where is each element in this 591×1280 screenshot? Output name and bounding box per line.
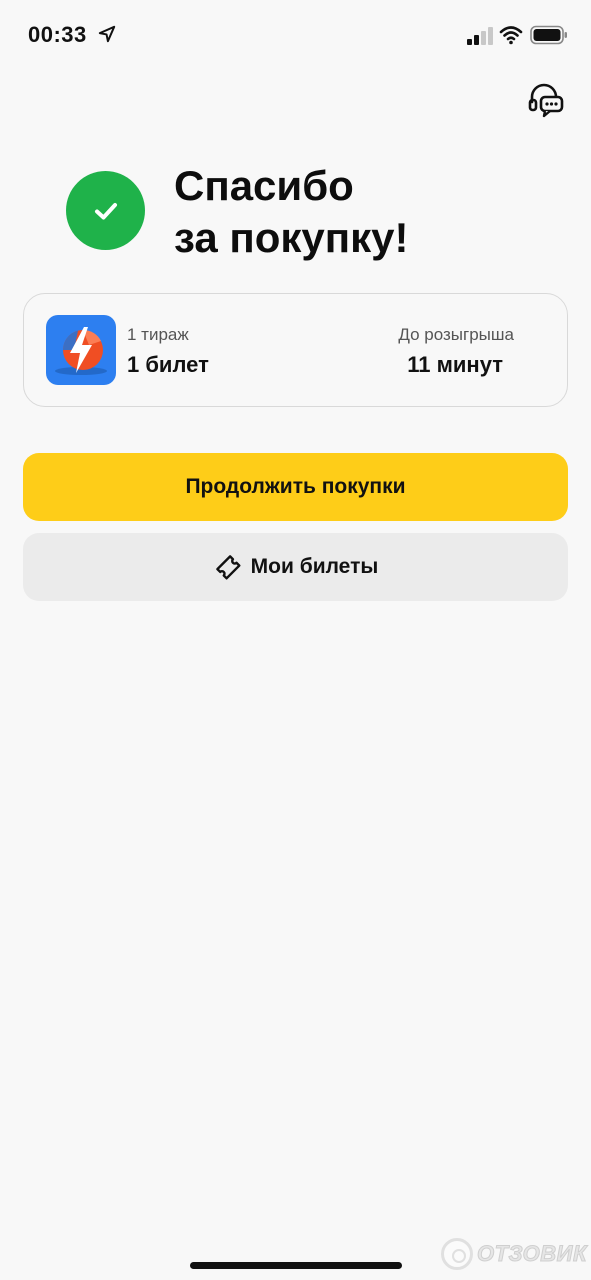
lottery-bolt-logo (46, 315, 116, 385)
status-bar: 00:33 (0, 0, 591, 70)
battery-icon (530, 25, 567, 45)
watermark: ОТЗОВИК (441, 1236, 587, 1272)
support-chat-icon[interactable] (526, 80, 564, 118)
ticket-icon (215, 555, 241, 580)
location-arrow-icon (98, 25, 116, 43)
cellular-signal-icon (467, 27, 493, 45)
purchase-success-screen: 00:33 Спасибо за покупку! 1 тираж 1 биле… (0, 0, 591, 1280)
ticket-summary-card[interactable]: 1 тираж 1 билет До розыгрыша 11 минут (23, 293, 568, 407)
draw-count-label: 1 тираж (127, 325, 189, 344)
my-tickets-label: Мои билеты (250, 555, 379, 578)
ticket-count: 1 билет (127, 352, 209, 377)
my-tickets-button[interactable]: Мои билеты (23, 533, 568, 601)
page-title: Спасибо за покупку! (174, 160, 409, 264)
until-draw-label: До розыгрыша (398, 325, 514, 344)
time-until-draw: 11 минут (407, 352, 503, 377)
checkmark-icon (94, 202, 117, 219)
wifi-icon (499, 26, 523, 45)
continue-shopping-label: Продолжить покупки (185, 475, 406, 498)
status-time: 00:33 (28, 22, 87, 47)
watermark-logo-icon (441, 1238, 473, 1270)
continue-shopping-button[interactable]: Продолжить покупки (23, 453, 568, 521)
watermark-text: ОТЗОВИК (477, 1241, 588, 1267)
success-badge (66, 171, 145, 250)
page-title-line-2: за покупку! (174, 214, 409, 261)
home-indicator[interactable] (190, 1262, 402, 1269)
page-title-line-1: Спасибо (174, 162, 354, 209)
